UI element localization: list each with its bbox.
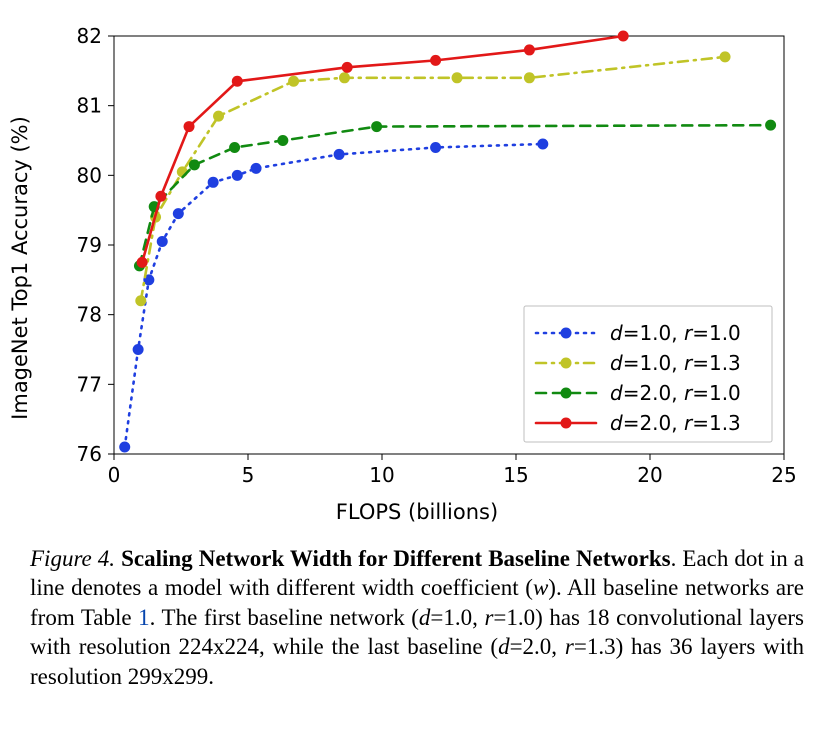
y-tick-label: 76 [77, 442, 102, 466]
data-point [430, 55, 441, 66]
y-tick-label: 80 [77, 163, 102, 187]
data-point [430, 142, 441, 153]
y-tick-label: 81 [77, 94, 102, 118]
data-point [251, 163, 262, 174]
data-point [135, 295, 146, 306]
x-tick-label: 20 [637, 463, 662, 487]
figure-wrap: ImageNet Top1 Accuracy (%) 0 5 10 15 20 25 76 7… [0, 0, 834, 711]
data-point [208, 177, 219, 188]
data-point [137, 257, 148, 268]
legend-marker [561, 358, 572, 369]
data-point [618, 31, 629, 42]
data-point [334, 149, 345, 160]
figure-title: Scaling Network Width for Different Base… [121, 546, 671, 571]
figure-caption: Figure 4. Scaling Network Width for Diff… [30, 544, 804, 691]
data-point [288, 76, 299, 87]
data-point [232, 76, 243, 87]
data-point [133, 344, 144, 355]
data-point [189, 159, 200, 170]
legend-marker [561, 418, 572, 429]
var-w: w [533, 575, 548, 600]
data-point [173, 208, 184, 219]
data-point [184, 121, 195, 132]
y-axis-label: ImageNet Top1 Accuracy (%) [8, 116, 32, 420]
var-d: d [419, 605, 431, 630]
x-tick-label: 10 [369, 463, 394, 487]
data-point [524, 44, 535, 55]
var-d: d [498, 634, 510, 659]
chart-svg: 051015202576777879808182d=1.0, r=1.0d=1.… [30, 18, 804, 518]
data-point [232, 170, 243, 181]
figure-label: Figure 4. [30, 546, 115, 571]
data-point [342, 62, 353, 73]
table-ref-link[interactable]: 1 [138, 605, 150, 630]
data-point [213, 111, 224, 122]
x-tick-label: 25 [771, 463, 796, 487]
data-point [339, 72, 350, 83]
data-point [229, 142, 240, 153]
data-point [765, 120, 776, 131]
y-tick-label: 77 [77, 372, 102, 396]
legend-marker [561, 388, 572, 399]
x-tick-label: 15 [503, 463, 528, 487]
y-tick-label: 78 [77, 303, 102, 327]
data-point [157, 236, 168, 247]
x-tick-label: 5 [242, 463, 255, 487]
data-point [371, 121, 382, 132]
y-tick-label: 79 [77, 233, 102, 257]
data-point [155, 191, 166, 202]
legend: d=1.0, r=1.0 d=1.0, r=1.3 d=2.0, r=1.0 d=2.… [524, 306, 772, 442]
caption-text: =2.0, [510, 634, 565, 659]
caption-text: . The first baseline network ( [150, 605, 419, 630]
y-tick-label: 82 [77, 24, 102, 48]
data-point [524, 72, 535, 83]
data-point [537, 138, 548, 149]
data-point [452, 72, 463, 83]
x-tick-label: 0 [108, 463, 121, 487]
caption-text: =1.0, [430, 605, 484, 630]
chart-area: ImageNet Top1 Accuracy (%) 0510152025767… [30, 18, 804, 518]
legend-label: d=2.0, r=1.3 [610, 411, 741, 435]
legend-label: d=1.0, r=1.3 [610, 351, 741, 375]
var-r: r [565, 634, 574, 659]
legend-label: d=1.0, r=1.0 [610, 321, 741, 345]
data-point [720, 51, 731, 62]
data-point [119, 442, 130, 453]
legend-marker [561, 328, 572, 339]
series-line [142, 36, 623, 262]
legend-label: d=2.0, r=1.0 [610, 381, 741, 405]
series-line [125, 144, 543, 447]
x-axis-label: FLOPS (billions) [336, 500, 498, 524]
data-point [277, 135, 288, 146]
